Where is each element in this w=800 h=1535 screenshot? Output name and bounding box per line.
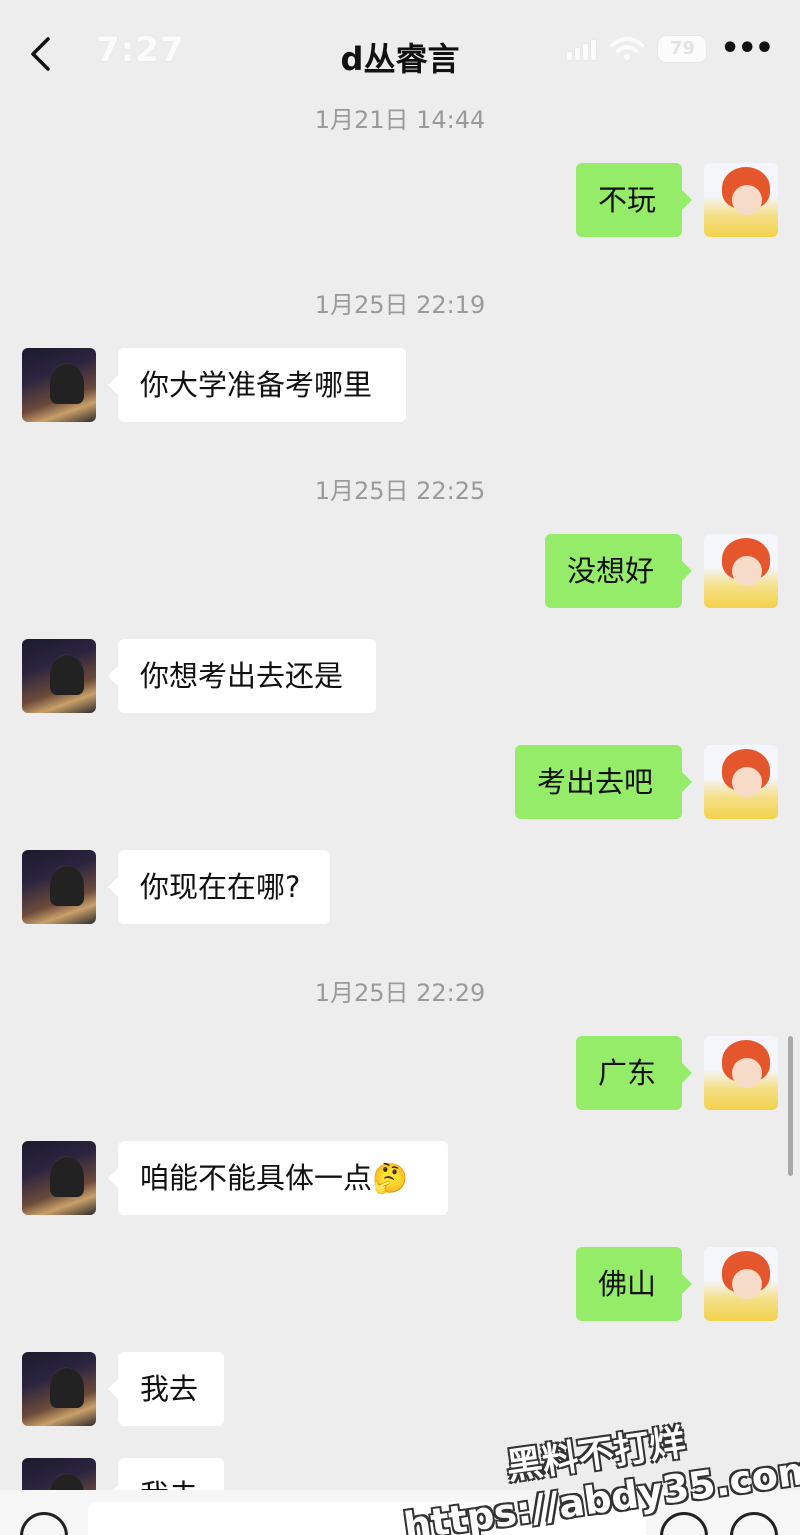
contact-avatar[interactable] xyxy=(22,348,96,422)
contact-avatar[interactable] xyxy=(22,1352,96,1426)
received-message-bubble[interactable]: 你现在在哪? xyxy=(108,850,330,924)
my-avatar[interactable] xyxy=(704,1036,778,1110)
contact-avatar[interactable] xyxy=(22,850,96,924)
message-timestamp: 1月25日 22:29 xyxy=(314,979,486,1007)
message-timestamp: 1月21日 14:44 xyxy=(314,106,486,134)
scrollbar[interactable] xyxy=(788,1036,793,1176)
sent-message-bubble[interactable]: 考出去吧 xyxy=(515,745,692,819)
message-timestamp: 1月25日 22:25 xyxy=(314,477,486,505)
received-message-bubble[interactable]: 我去 xyxy=(108,1352,224,1426)
received-message-bubble[interactable]: 你想考出去还是 xyxy=(108,639,376,713)
sent-message-bubble[interactable]: 不玩 xyxy=(576,163,692,237)
status-icons: 79 ••• xyxy=(567,34,774,64)
my-avatar[interactable] xyxy=(704,163,778,237)
sent-message-bubble[interactable]: 佛山 xyxy=(576,1247,692,1321)
my-avatar[interactable] xyxy=(704,1247,778,1321)
message-timestamp: 1月25日 22:19 xyxy=(314,291,486,319)
contact-avatar[interactable] xyxy=(22,1141,96,1215)
received-message-bubble[interactable]: 咱能不能具体一点🤔 xyxy=(108,1141,448,1215)
battery-icon: 79 xyxy=(658,36,707,62)
signal-icon xyxy=(567,38,597,60)
sent-message-bubble[interactable]: 没想好 xyxy=(545,534,692,608)
my-avatar[interactable] xyxy=(704,534,778,608)
chat-header: 7:27 d丛睿言 79 ••• xyxy=(0,0,800,100)
my-avatar[interactable] xyxy=(704,745,778,819)
more-icon[interactable]: ••• xyxy=(720,34,774,64)
sent-message-bubble[interactable]: 广东 xyxy=(576,1036,692,1110)
contact-avatar[interactable] xyxy=(22,639,96,713)
wifi-icon xyxy=(610,37,645,60)
received-message-bubble[interactable]: 你大学准备考哪里 xyxy=(108,348,406,422)
